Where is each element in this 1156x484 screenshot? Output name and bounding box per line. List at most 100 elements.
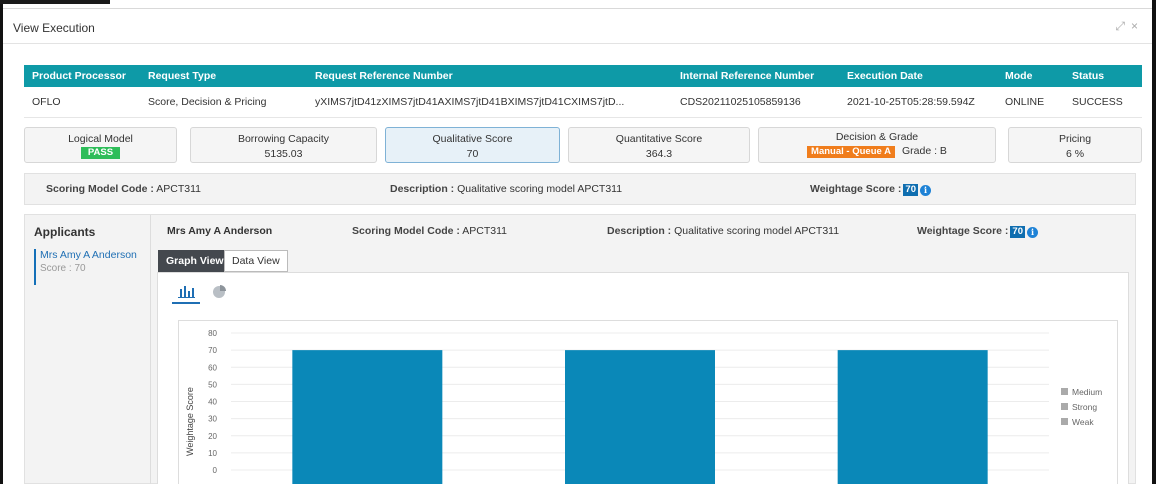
y-tick-label: 70 bbox=[208, 346, 217, 355]
applicant-panel: Applicants Mrs Amy A Anderson Score : 70… bbox=[24, 214, 1136, 484]
right-border bbox=[1152, 0, 1156, 484]
bar-chart-icon[interactable] bbox=[172, 282, 200, 304]
bar bbox=[565, 350, 715, 484]
bar-chart: 0 10 20 30 40 50 60 70 80 Weightage Score Medium St… bbox=[178, 320, 1118, 484]
detail-weightage: Weightage Score :70 i bbox=[917, 225, 1038, 238]
window-title: View Execution bbox=[13, 21, 95, 35]
cell-status: SUCCESS bbox=[1072, 96, 1123, 108]
cell-request-reference: yXIMS7jtD41zXIMS7jtD41AXIMS7jtD41BXIMS7j… bbox=[315, 96, 625, 108]
col-request-reference: Request Reference Number bbox=[315, 70, 453, 82]
tab-graph-view[interactable]: Graph View bbox=[158, 250, 232, 272]
scoring-summary: Scoring Model Code : APCT311 Description… bbox=[24, 173, 1136, 205]
col-status: Status bbox=[1072, 70, 1105, 82]
info-icon[interactable]: i bbox=[920, 185, 931, 196]
bar bbox=[837, 350, 988, 484]
tab-data-view[interactable]: Data View bbox=[224, 250, 288, 272]
card-borrowing-capacity[interactable]: Borrowing Capacity 5135.03 bbox=[190, 127, 377, 163]
y-tick-label: 30 bbox=[208, 415, 217, 424]
y-tick-label: 60 bbox=[208, 363, 217, 372]
grade-value: Grade : B bbox=[902, 145, 947, 157]
code-value: APCT311 bbox=[156, 183, 202, 195]
card-value: 6 % bbox=[1065, 148, 1085, 160]
code-label: Scoring Model Code : bbox=[352, 225, 460, 237]
card-label: Decision & Grade bbox=[835, 131, 919, 143]
legend-label: Strong bbox=[1072, 402, 1097, 412]
y-tick-label: 50 bbox=[208, 380, 217, 389]
legend-swatch bbox=[1061, 403, 1068, 410]
weight-label: Weightage Score : bbox=[810, 183, 902, 195]
table-row[interactable]: OFLO Score, Decision & Pricing yXIMS7jtD… bbox=[24, 87, 1142, 118]
card-value: 70 bbox=[466, 148, 479, 160]
info-icon[interactable]: i bbox=[1027, 227, 1038, 238]
applicants-title: Applicants bbox=[34, 225, 96, 239]
title-bar: View Execution ⤢× bbox=[3, 9, 1152, 44]
card-pricing[interactable]: Pricing 6 % bbox=[1008, 127, 1142, 163]
code-label: Scoring Model Code : bbox=[46, 183, 154, 195]
left-border bbox=[0, 0, 3, 484]
weight-label: Weightage Score : bbox=[917, 225, 1009, 237]
detail-applicant-name: Mrs Amy A Anderson bbox=[167, 225, 273, 237]
weightage-score: Weightage Score :70 i bbox=[810, 183, 931, 196]
y-tick-label: 20 bbox=[208, 432, 217, 441]
y-axis-label: Weightage Score bbox=[185, 387, 195, 456]
chart-svg: 0 10 20 30 40 50 60 70 80 Weightage Score Medium St… bbox=[185, 329, 1102, 484]
applicant-detail-header: Mrs Amy A Anderson Scoring Model Code : … bbox=[167, 225, 1127, 241]
card-label: Quantitative Score bbox=[615, 133, 703, 145]
legend-swatch bbox=[1061, 418, 1068, 425]
col-internal-reference: Internal Reference Number bbox=[680, 70, 815, 82]
card-value: 5135.03 bbox=[264, 148, 303, 160]
pass-badge: PASS bbox=[80, 147, 121, 159]
bar bbox=[292, 350, 443, 484]
card-label: Borrowing Capacity bbox=[237, 133, 330, 145]
col-execution-date: Execution Date bbox=[847, 70, 923, 82]
col-product-processor: Product Processor bbox=[32, 70, 126, 82]
card-label: Pricing bbox=[1058, 133, 1092, 145]
top-accent-bar bbox=[0, 0, 110, 4]
view-execution-window: View Execution ⤢× Product Processor Requ… bbox=[0, 0, 1156, 484]
detail-model-code: Scoring Model Code : APCT311 bbox=[352, 225, 507, 237]
chart-type-switcher bbox=[172, 282, 252, 304]
card-qualitative-score[interactable]: Qualitative Score 70 bbox=[385, 127, 560, 163]
window-controls[interactable]: ⤢× bbox=[1115, 19, 1144, 34]
y-tick-label: 80 bbox=[208, 329, 217, 338]
execution-table: Product Processor Request Type Request R… bbox=[24, 65, 1142, 118]
pie-chart-icon[interactable] bbox=[206, 282, 234, 304]
expand-icon[interactable]: ⤢ bbox=[1115, 19, 1131, 33]
weight-badge: 70 bbox=[903, 184, 918, 196]
card-label: Logical Model bbox=[68, 133, 133, 145]
description: Description : Qualitative scoring model … bbox=[390, 183, 622, 195]
cell-mode: ONLINE bbox=[1005, 96, 1045, 108]
desc-label: Description : bbox=[607, 225, 672, 237]
legend-label: Weak bbox=[1072, 417, 1094, 427]
card-label: Qualitative Score bbox=[432, 133, 513, 145]
decision-badge: Manual - Queue A bbox=[807, 146, 895, 158]
legend-label: Medium bbox=[1072, 387, 1102, 397]
y-tick-label: 40 bbox=[208, 398, 217, 407]
table-header: Product Processor Request Type Request R… bbox=[24, 65, 1142, 87]
desc-label: Description : bbox=[390, 183, 455, 195]
desc-value: Qualitative scoring model APCT311 bbox=[674, 225, 840, 237]
cell-internal-reference: CDS20211025105859136 bbox=[680, 96, 801, 108]
scoring-model-code: Scoring Model Code : APCT311 bbox=[46, 183, 201, 195]
applicant-item[interactable]: Mrs Amy A Anderson Score : 70 bbox=[34, 249, 144, 285]
applicants-sidebar: Applicants Mrs Amy A Anderson Score : 70 bbox=[25, 215, 151, 484]
desc-value: Qualitative scoring model APCT311 bbox=[457, 183, 623, 195]
chart-panel: 0 10 20 30 40 50 60 70 80 Weightage Score Medium St… bbox=[157, 272, 1129, 484]
weight-badge: 70 bbox=[1010, 226, 1025, 238]
card-quantitative-score[interactable]: Quantitative Score 364.3 bbox=[568, 127, 750, 163]
cell-request-type: Score, Decision & Pricing bbox=[148, 96, 267, 108]
y-tick-label: 0 bbox=[213, 466, 218, 475]
card-value: 364.3 bbox=[645, 148, 673, 160]
col-mode: Mode bbox=[1005, 70, 1033, 82]
card-decision-grade[interactable]: Decision & Grade Manual - Queue A Grade … bbox=[758, 127, 996, 163]
result-cards: Logical Model PASS Borrowing Capacity 51… bbox=[24, 127, 1142, 163]
applicant-name: Mrs Amy A Anderson bbox=[40, 249, 137, 261]
legend-swatch bbox=[1061, 388, 1068, 395]
cell-product-processor: OFLO bbox=[32, 96, 61, 108]
applicant-score: Score : 70 bbox=[40, 263, 86, 274]
code-value: APCT311 bbox=[462, 225, 508, 237]
card-logical-model[interactable]: Logical Model PASS bbox=[24, 127, 177, 163]
close-icon[interactable]: × bbox=[1131, 19, 1144, 33]
col-request-type: Request Type bbox=[148, 70, 217, 82]
detail-description: Description : Qualitative scoring model … bbox=[607, 225, 839, 237]
